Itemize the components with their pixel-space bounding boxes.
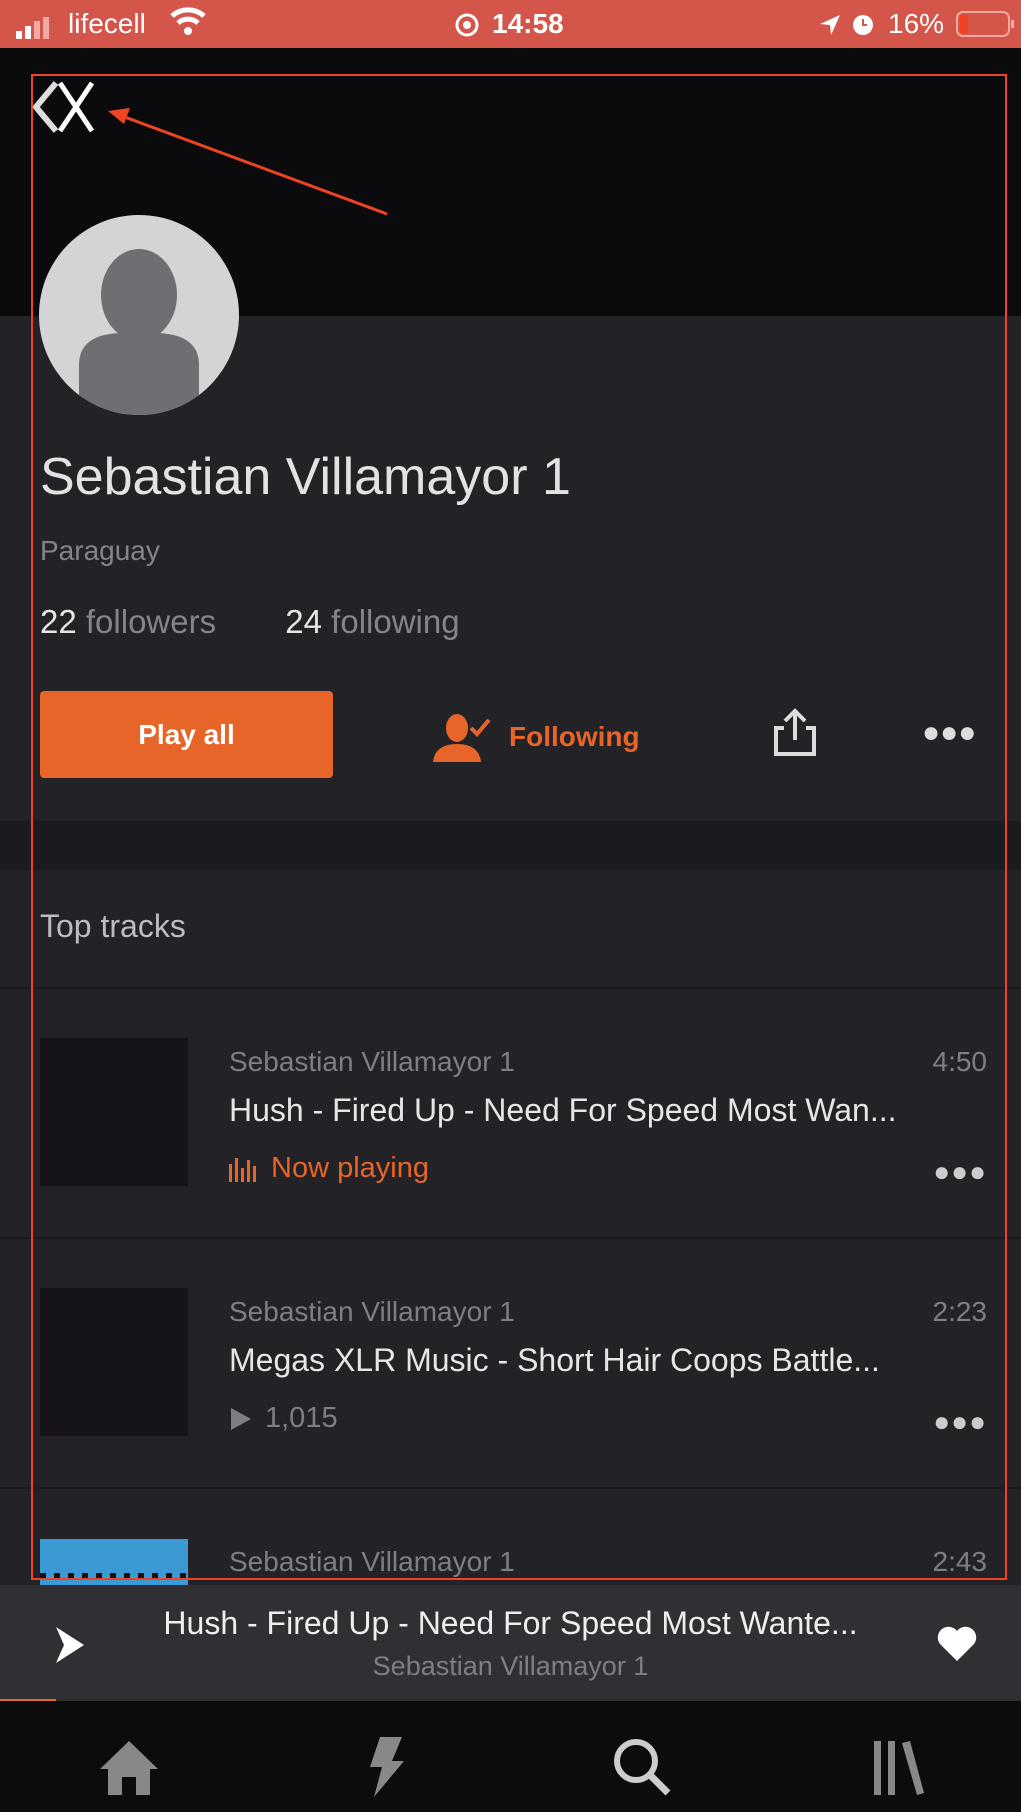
equalizer-icon bbox=[229, 1157, 256, 1182]
following-link[interactable]: 24 following bbox=[285, 603, 459, 640]
play-count-value: 1,015 bbox=[265, 1402, 338, 1434]
more-options-button[interactable]: ●●● bbox=[922, 716, 976, 750]
user-check-icon bbox=[433, 714, 491, 762]
track-artist: Sebastian Villamayor 1 bbox=[229, 1296, 515, 1327]
track-artwork bbox=[40, 1539, 188, 1585]
track-title: Hush - Fired Up - Need For Speed Most Wa… bbox=[229, 1092, 897, 1128]
track-more-button[interactable]: ●●● bbox=[933, 1156, 987, 1188]
play-count: 1,015 bbox=[229, 1402, 338, 1435]
heart-icon bbox=[937, 1626, 977, 1661]
bottom-nav bbox=[0, 1701, 1021, 1812]
following-label: Following bbox=[509, 721, 640, 752]
search-icon bbox=[614, 1739, 671, 1796]
profile-stats: 22 followers 24 following bbox=[40, 603, 460, 641]
track-artist: Sebastian Villamayor 1 bbox=[229, 1546, 515, 1577]
mini-player-title: Hush - Fired Up - Need For Speed Most Wa… bbox=[163, 1605, 858, 1641]
lightning-icon bbox=[370, 1737, 404, 1797]
track-title: Megas XLR Music - Short Hair Coops Battl… bbox=[229, 1342, 880, 1378]
nav-stream[interactable] bbox=[366, 1735, 406, 1804]
track-duration: 2:43 bbox=[932, 1546, 988, 1577]
now-playing-indicator: Now playing bbox=[229, 1152, 429, 1185]
avatar bbox=[39, 215, 239, 415]
mini-player[interactable]: Hush - Fired Up - Need For Speed Most Wa… bbox=[0, 1585, 1021, 1702]
track-row[interactable]: Sebastian Villamayor 1 2:23 Megas XLR Mu… bbox=[0, 1238, 1021, 1488]
home-icon bbox=[100, 1741, 158, 1795]
like-button[interactable] bbox=[936, 1625, 978, 1668]
followers-count: 22 bbox=[40, 603, 77, 640]
track-row[interactable]: Sebastian Villamayor 1 4:50 Hush - Fired… bbox=[0, 988, 1021, 1238]
following-count: 24 bbox=[285, 603, 322, 640]
track-artist: Sebastian Villamayor 1 bbox=[229, 1046, 515, 1077]
library-icon bbox=[874, 1741, 924, 1795]
followers-label: followers bbox=[85, 603, 217, 640]
track-artwork bbox=[40, 1288, 188, 1436]
profile-name: Sebastian Villamayor 1 bbox=[40, 448, 571, 506]
share-icon bbox=[774, 708, 816, 756]
share-button[interactable] bbox=[772, 708, 818, 763]
track-row[interactable]: Sebastian Villamayor 1 2:43 bbox=[0, 1488, 1021, 1585]
nav-search[interactable] bbox=[612, 1737, 672, 1802]
track-duration: 4:50 bbox=[932, 1046, 988, 1077]
section-title: Top tracks bbox=[40, 908, 186, 944]
track-duration: 2:23 bbox=[932, 1296, 988, 1327]
following-button[interactable]: Following bbox=[433, 712, 640, 762]
profile-country: Paraguay bbox=[40, 535, 160, 566]
nav-home[interactable] bbox=[98, 1739, 160, 1800]
track-artwork bbox=[40, 1038, 188, 1186]
track-more-button[interactable]: ●●● bbox=[933, 1406, 987, 1438]
followers-link[interactable]: 22 followers bbox=[40, 603, 216, 640]
mini-player-artist: Sebastian Villamayor 1 bbox=[372, 1651, 649, 1681]
now-playing-label: Now playing bbox=[271, 1152, 429, 1184]
play-icon bbox=[231, 1407, 251, 1430]
section-divider bbox=[0, 821, 1021, 870]
following-label: following bbox=[331, 603, 460, 640]
play-all-button[interactable]: Play all bbox=[40, 691, 333, 778]
user-placeholder-icon bbox=[79, 249, 199, 415]
nav-library[interactable] bbox=[872, 1739, 926, 1802]
